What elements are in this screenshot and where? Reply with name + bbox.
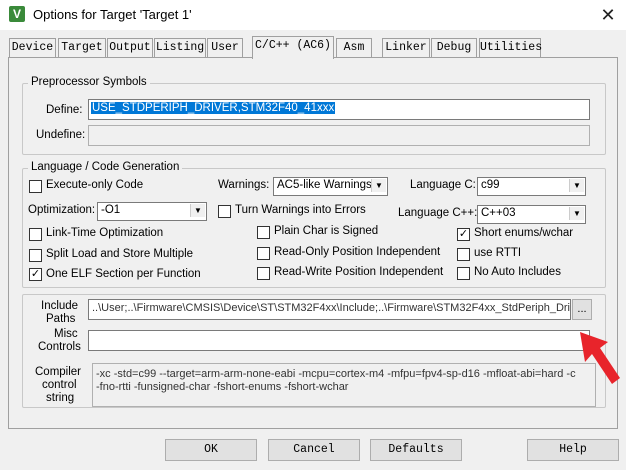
short-enums-label: Short enums/wchar	[474, 227, 574, 239]
language-cpp-label: Language C++:	[398, 207, 478, 219]
defaults-button[interactable]: Defaults	[370, 439, 462, 461]
rwpi-checkbox[interactable]	[257, 267, 270, 280]
compiler-string-line1: -xc -std=c99 --target=arm-arm-none-eabi …	[96, 368, 576, 380]
tab-debug[interactable]: Debug	[431, 38, 477, 57]
preprocessor-legend: Preprocessor Symbols	[28, 76, 150, 88]
help-button[interactable]: Help	[527, 439, 619, 461]
optimization-value: -O1	[101, 204, 121, 216]
misc-controls-input[interactable]	[88, 330, 590, 351]
chevron-down-icon: ▼	[569, 207, 584, 220]
ropi-label: Read-Only Position Independent	[274, 246, 441, 258]
split-load-label: Split Load and Store Multiple	[46, 248, 194, 260]
define-label: Define:	[46, 104, 83, 116]
warnings-value: AC5-like Warnings	[277, 179, 372, 191]
red-arrow-icon	[580, 332, 620, 384]
ropi-checkbox[interactable]	[257, 247, 270, 260]
no-auto-includes-label: No Auto Includes	[474, 266, 561, 278]
use-rtti-checkbox[interactable]	[457, 248, 470, 261]
undefine-input[interactable]	[88, 125, 590, 146]
browse-button[interactable]: ...	[572, 299, 592, 320]
link-time-checkbox[interactable]	[29, 228, 42, 241]
tab-device[interactable]: Device	[9, 38, 56, 57]
compiler-label-line2: control	[42, 379, 77, 391]
turn-warnings-checkbox[interactable]	[218, 205, 231, 218]
define-value: USE_STDPERIPH_DRIVER,STM32F40_41xxx	[91, 102, 336, 114]
uvision-icon: V	[9, 6, 25, 22]
include-paths-input[interactable]: ..\User;..\Firmware\CMSIS\Device\ST\STM3…	[88, 299, 571, 320]
cancel-button[interactable]: Cancel	[268, 439, 360, 461]
language-c-label: Language C:	[410, 179, 476, 191]
plain-char-checkbox[interactable]	[257, 226, 270, 239]
language-legend: Language / Code Generation	[28, 161, 183, 173]
define-input[interactable]: USE_STDPERIPH_DRIVER,STM32F40_41xxx	[88, 99, 590, 120]
optimization-label: Optimization:	[28, 204, 96, 216]
execute-only-label: Execute-only Code	[46, 179, 144, 191]
tab-output[interactable]: Output	[107, 38, 153, 57]
misc-label-line2: Controls	[38, 341, 81, 353]
turn-warnings-label: Turn Warnings into Errors	[235, 204, 366, 216]
close-icon[interactable]: ✕	[596, 4, 620, 26]
language-cpp-value: C++03	[481, 207, 516, 219]
tab-cpp-ac6[interactable]: C/C++ (AC6)	[252, 36, 334, 59]
chevron-down-icon: ▼	[371, 179, 386, 192]
chevron-down-icon: ▼	[569, 179, 584, 192]
tab-linker[interactable]: Linker	[382, 38, 430, 57]
compiler-label-line3: string	[46, 392, 75, 404]
link-time-label: Link-Time Optimization	[46, 227, 164, 239]
optimization-select[interactable]: -O1 ▼	[97, 202, 207, 221]
use-rtti-label: use RTTI	[474, 247, 522, 259]
tab-asm[interactable]: Asm	[336, 38, 372, 57]
language-c-select[interactable]: c99 ▼	[477, 177, 586, 196]
one-elf-checkbox[interactable]: ✓	[29, 268, 42, 281]
split-load-checkbox[interactable]	[29, 249, 42, 262]
misc-label-line1: Misc	[54, 328, 78, 340]
tab-listing[interactable]: Listing	[154, 38, 206, 57]
ok-button[interactable]: OK	[165, 439, 257, 461]
tab-target[interactable]: Target	[58, 38, 106, 57]
warnings-label: Warnings:	[218, 179, 270, 191]
compiler-string-line2: -fno-rtti -funsigned-char -fshort-enums …	[96, 381, 349, 393]
one-elf-label: One ELF Section per Function	[46, 268, 201, 280]
compiler-label-line1: Compiler	[35, 366, 82, 378]
no-auto-includes-checkbox[interactable]	[457, 267, 470, 280]
short-enums-checkbox[interactable]: ✓	[457, 228, 470, 241]
language-cpp-select[interactable]: C++03 ▼	[477, 205, 586, 224]
include-paths-value: ..\User;..\Firmware\CMSIS\Device\ST\STM3…	[92, 302, 571, 314]
compiler-string-box[interactable]: -xc -std=c99 --target=arm-arm-none-eabi …	[92, 363, 596, 407]
window-title: Options for Target 'Target 1'	[33, 7, 192, 22]
include-label-line2: Paths	[46, 313, 76, 325]
warnings-select[interactable]: AC5-like Warnings ▼	[273, 177, 388, 196]
chevron-down-icon: ▼	[190, 204, 205, 217]
include-label-line1: Include	[41, 300, 79, 312]
language-c-value: c99	[481, 179, 500, 191]
tab-utilities[interactable]: Utilities	[479, 38, 542, 57]
tab-user[interactable]: User	[207, 38, 243, 57]
execute-only-checkbox[interactable]	[29, 180, 42, 193]
rwpi-label: Read-Write Position Independent	[274, 266, 444, 278]
undefine-label: Undefine:	[36, 129, 86, 141]
plain-char-label: Plain Char is Signed	[274, 225, 379, 237]
